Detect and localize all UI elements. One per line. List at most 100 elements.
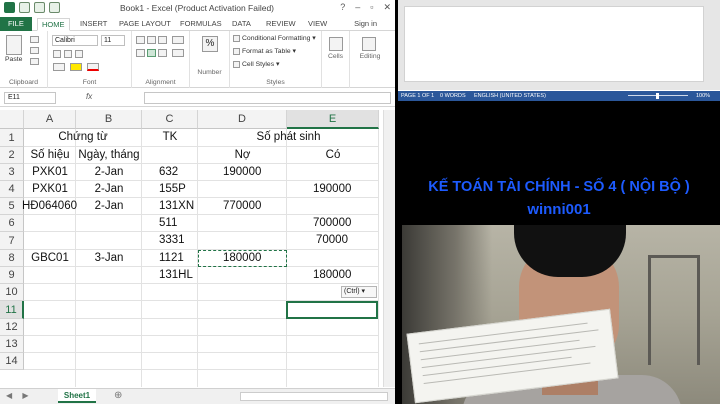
tab-home[interactable]: HOME [37,18,70,31]
sign-in-link[interactable]: Sign in [354,19,377,28]
cell-a4[interactable]: PXK01 [24,181,76,198]
paste-options-button[interactable]: (Ctrl) ▾ [341,286,377,298]
cell-e4[interactable]: 190000 [313,181,351,198]
cell-chung-tu[interactable]: Chứng từ [24,129,142,146]
column-header-d[interactable]: D [198,110,287,129]
help-button[interactable]: ? [340,2,345,13]
name-box[interactable]: E11 [4,92,56,104]
paste-icon[interactable] [6,35,22,55]
cell-e6[interactable]: 700000 [313,215,351,232]
font-name-select[interactable]: Calibri [52,35,98,46]
row-header-10[interactable]: 10 [0,284,24,301]
bold-icon[interactable] [53,50,61,58]
vertical-scrollbar[interactable] [383,110,395,387]
underline-icon[interactable] [75,50,83,58]
restore-button[interactable]: ▫ [370,2,373,13]
find-icon[interactable] [362,37,376,51]
add-sheet-icon[interactable]: ⊕ [114,390,122,401]
cell-e9[interactable]: 180000 [313,267,351,284]
tab-review[interactable]: REVIEW [262,18,300,31]
minimize-button[interactable]: – [355,2,360,13]
cell-a8[interactable]: GBC01 [24,250,76,267]
cell-c8[interactable]: 1121 [159,250,184,267]
cell-c9[interactable]: 131HL [159,267,193,284]
cell-co[interactable]: Có [287,147,379,164]
cell-styles-button[interactable]: Cell Styles ▾ [242,60,279,68]
tab-insert[interactable]: INSERT [76,18,111,31]
align-left-icon[interactable] [136,49,145,57]
zoom-slider-thumb[interactable] [656,93,659,99]
align-bottom-icon[interactable] [158,36,167,44]
format-as-table-button[interactable]: Format as Table ▾ [242,47,296,55]
row-header-1[interactable]: 1 [0,129,24,147]
copy-icon[interactable] [30,47,39,54]
cell-d3[interactable]: 190000 [223,164,261,181]
cell-b5[interactable]: 2-Jan [76,198,142,215]
column-header-c[interactable]: C [142,110,198,129]
horizontal-scrollbar[interactable] [240,392,388,401]
active-cell-e11[interactable] [286,301,378,319]
row-header-8[interactable]: 8 [0,250,24,267]
cells-icon[interactable] [329,37,343,51]
language-indicator[interactable]: ENGLISH (UNITED STATES) [474,91,546,101]
cell-c4[interactable]: 155P [159,181,186,198]
page-count[interactable]: PAGE 1 OF 1 [401,91,434,101]
row-header-12[interactable]: 12 [0,319,24,336]
cell-c6[interactable]: 511 [159,215,177,232]
cell-b4[interactable]: 2-Jan [76,181,142,198]
cell-a3[interactable]: PXK01 [24,164,76,181]
column-header-e[interactable]: E [287,110,379,129]
cell-c3[interactable]: 632 [159,164,178,181]
tab-data[interactable]: DATA [228,18,255,31]
tab-page-layout[interactable]: PAGE LAYOUT [115,18,175,31]
row-header-4[interactable]: 4 [0,181,24,198]
row-header-7[interactable]: 7 [0,232,24,250]
worksheet-grid[interactable]: A B C D E 1 2 3 4 5 6 7 8 9 10 11 12 13 … [0,110,383,387]
redo-icon[interactable] [49,2,60,13]
row-header-11[interactable]: 11 [0,301,24,319]
column-header-a[interactable]: A [24,110,76,129]
tab-formulas[interactable]: FORMULAS [176,18,226,31]
number-format-button[interactable]: % [202,36,218,52]
close-button[interactable]: ✕ [383,2,391,13]
conditional-formatting-button[interactable]: Conditional Formatting ▾ [242,34,316,42]
italic-icon[interactable] [64,50,72,58]
cell-c7[interactable]: 3331 [159,232,185,249]
paste-button[interactable]: Paste [5,56,22,63]
zoom-level[interactable]: 100% [696,91,710,101]
cell-b3[interactable]: 2-Jan [76,164,142,181]
row-header-5[interactable]: 5 [0,198,24,215]
cell-no[interactable]: Nợ [198,147,287,164]
borders-icon[interactable] [53,63,65,71]
column-header-b[interactable]: B [76,110,142,129]
align-right-icon[interactable] [158,49,167,57]
tab-view[interactable]: VIEW [304,18,331,31]
insert-function-button[interactable]: fx [86,92,92,101]
fill-color-icon[interactable] [70,63,82,71]
merge-center-icon[interactable] [172,49,184,57]
cell-a5[interactable]: HĐ064060 [22,198,77,215]
cell-so-phat-sinh[interactable]: Số phát sinh [198,129,379,146]
save-icon[interactable] [19,2,30,13]
row-header-2[interactable]: 2 [0,147,24,164]
cell-b8[interactable]: 3-Jan [76,250,142,267]
wrap-text-icon[interactable] [172,36,184,44]
align-center-icon[interactable] [147,49,156,57]
row-header-14[interactable]: 14 [0,353,24,370]
cut-icon[interactable] [30,36,39,43]
font-size-select[interactable]: 11 [101,35,125,46]
font-color-icon[interactable] [87,63,99,71]
cell-so-hieu[interactable]: Số hiệu [24,147,76,164]
word-page[interactable] [404,6,704,82]
format-painter-icon[interactable] [30,58,39,65]
select-all-corner[interactable] [0,110,24,129]
row-header-9[interactable]: 9 [0,267,24,284]
align-top-icon[interactable] [136,36,145,44]
tab-file[interactable]: FILE [0,17,32,31]
align-middle-icon[interactable] [147,36,156,44]
cell-tk[interactable]: TK [142,129,198,146]
cell-c5[interactable]: 131XN [159,198,194,215]
cell-e7[interactable]: 70000 [316,232,348,249]
cell-ngay-thang[interactable]: Ngày, tháng [76,147,142,164]
row-header-3[interactable]: 3 [0,164,24,181]
